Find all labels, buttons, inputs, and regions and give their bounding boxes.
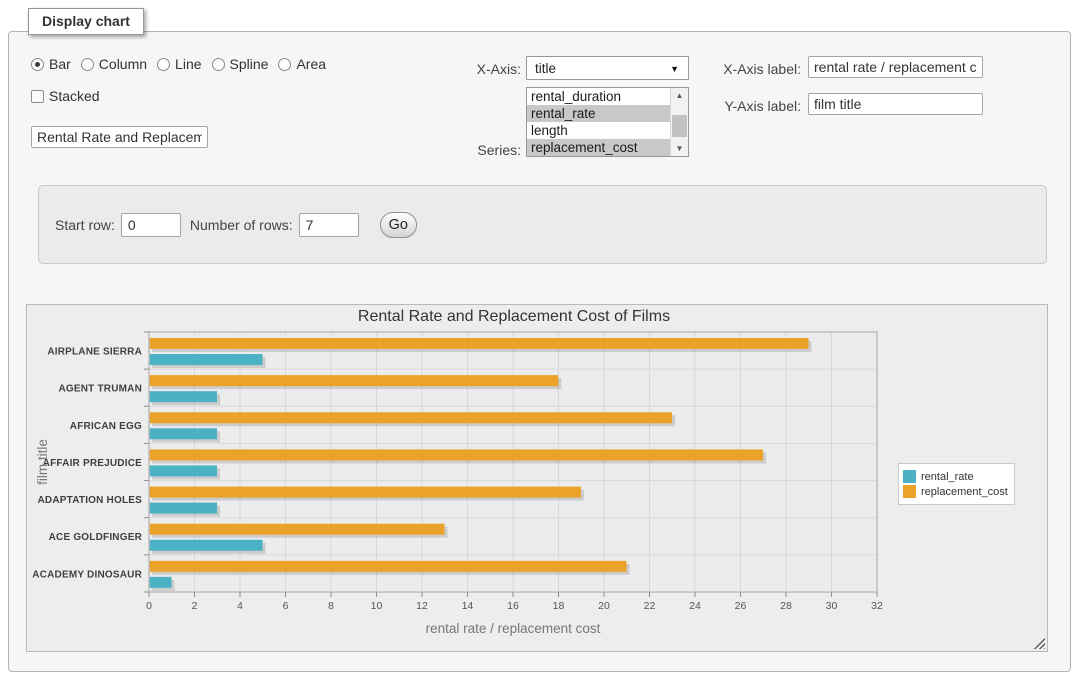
- legend-item-rental_rate: rental_rate: [903, 470, 1008, 483]
- svg-text:AGENT TRUMAN: AGENT TRUMAN: [58, 384, 142, 395]
- display-chart-page: Display chart Bar Column Line Spline Area St…: [0, 0, 1081, 681]
- stacked-checkbox[interactable]: [31, 90, 44, 103]
- svg-text:10: 10: [371, 600, 383, 612]
- number-of-rows-label: Number of rows:: [190, 217, 293, 233]
- radio-icon[interactable]: [278, 58, 291, 71]
- series-option-replacement_cost[interactable]: replacement_cost: [527, 139, 688, 156]
- svg-text:AIRPLANE SIERRA: AIRPLANE SIERRA: [47, 347, 142, 358]
- svg-text:2: 2: [192, 600, 198, 612]
- svg-text:6: 6: [283, 600, 289, 612]
- x-axis-label-input[interactable]: [808, 56, 983, 78]
- chart-legend: rental_rate replacement_cost: [898, 463, 1015, 505]
- svg-text:rental rate / replacement cost: rental rate / replacement cost: [426, 621, 601, 636]
- svg-text:32: 32: [871, 600, 883, 612]
- series-option-length[interactable]: length: [527, 122, 688, 139]
- radio-label: Area: [296, 56, 326, 72]
- svg-text:AFFAIR PREJUDICE: AFFAIR PREJUDICE: [43, 458, 142, 469]
- legend-label: rental_rate: [921, 471, 974, 483]
- radio-icon[interactable]: [212, 58, 225, 71]
- radio-label: Bar: [49, 56, 71, 72]
- radio-icon[interactable]: [157, 58, 170, 71]
- legend-swatch: [903, 485, 916, 498]
- legend-label: replacement_cost: [921, 486, 1008, 498]
- chart-title-input[interactable]: [31, 126, 208, 148]
- go-button[interactable]: Go: [380, 212, 417, 238]
- start-row-label: Start row:: [55, 217, 115, 233]
- svg-text:20: 20: [598, 600, 610, 612]
- radio-label: Column: [99, 56, 147, 72]
- plot-area: 02468101214161820222426283032AIRPLANE SI…: [27, 305, 1047, 651]
- chart-type-option-area[interactable]: Area: [278, 56, 326, 72]
- y-axis-label-input[interactable]: [808, 93, 983, 115]
- stacked-option[interactable]: Stacked: [31, 88, 100, 104]
- svg-text:18: 18: [553, 600, 565, 612]
- svg-text:AFRICAN EGG: AFRICAN EGG: [70, 421, 142, 432]
- radio-icon[interactable]: [31, 58, 44, 71]
- tab-title: Display chart: [42, 13, 130, 29]
- scroll-down-icon[interactable]: ▼: [671, 141, 688, 156]
- svg-text:4: 4: [237, 600, 243, 612]
- svg-text:0: 0: [146, 600, 152, 612]
- radio-icon[interactable]: [81, 58, 94, 71]
- svg-text:22: 22: [644, 600, 656, 612]
- series-label: Series:: [441, 142, 521, 158]
- svg-text:30: 30: [826, 600, 838, 612]
- scrollbar-thumb[interactable]: [672, 115, 687, 137]
- svg-text:28: 28: [780, 600, 792, 612]
- start-row-input[interactable]: [121, 213, 181, 237]
- radio-label: Spline: [230, 56, 269, 72]
- stacked-label: Stacked: [49, 88, 100, 104]
- legend-swatch: [903, 470, 916, 483]
- chart-type-option-line[interactable]: Line: [157, 56, 201, 72]
- svg-text:ADAPTATION HOLES: ADAPTATION HOLES: [38, 495, 143, 506]
- display-chart-tab[interactable]: Display chart: [28, 8, 144, 35]
- y-axis-label-label: Y-Axis label:: [651, 98, 801, 114]
- svg-text:16: 16: [507, 600, 519, 612]
- legend-item-replacement_cost: replacement_cost: [903, 485, 1008, 498]
- x-axis-select-label: X-Axis:: [441, 61, 521, 77]
- svg-text:ACE GOLDFINGER: ACE GOLDFINGER: [49, 532, 143, 543]
- svg-text:26: 26: [735, 600, 747, 612]
- chart-type-option-bar[interactable]: Bar: [31, 56, 71, 72]
- svg-text:film title: film title: [35, 439, 50, 485]
- chart-type-option-spline[interactable]: Spline: [212, 56, 269, 72]
- x-axis-label-label: X-Axis label:: [651, 61, 801, 77]
- x-axis-select-value: title: [535, 61, 556, 76]
- row-controls-panel: Start row: Number of rows: Go: [38, 185, 1047, 264]
- svg-text:8: 8: [328, 600, 334, 612]
- svg-text:24: 24: [689, 600, 701, 612]
- radio-label: Line: [175, 56, 201, 72]
- number-of-rows-input[interactable]: [299, 213, 359, 237]
- svg-text:ACADEMY DINOSAUR: ACADEMY DINOSAUR: [32, 569, 142, 580]
- svg-text:14: 14: [462, 600, 474, 612]
- chart-type-radiogroup: Bar Column Line Spline Area: [31, 56, 336, 72]
- chart-type-option-column[interactable]: Column: [81, 56, 147, 72]
- display-chart-fieldset: BarColumnLineSplineArea Stacked X-Axis: …: [8, 31, 1071, 672]
- svg-text:12: 12: [416, 600, 428, 612]
- chart-container: Rental Rate and Replacement Cost of Film…: [26, 304, 1048, 652]
